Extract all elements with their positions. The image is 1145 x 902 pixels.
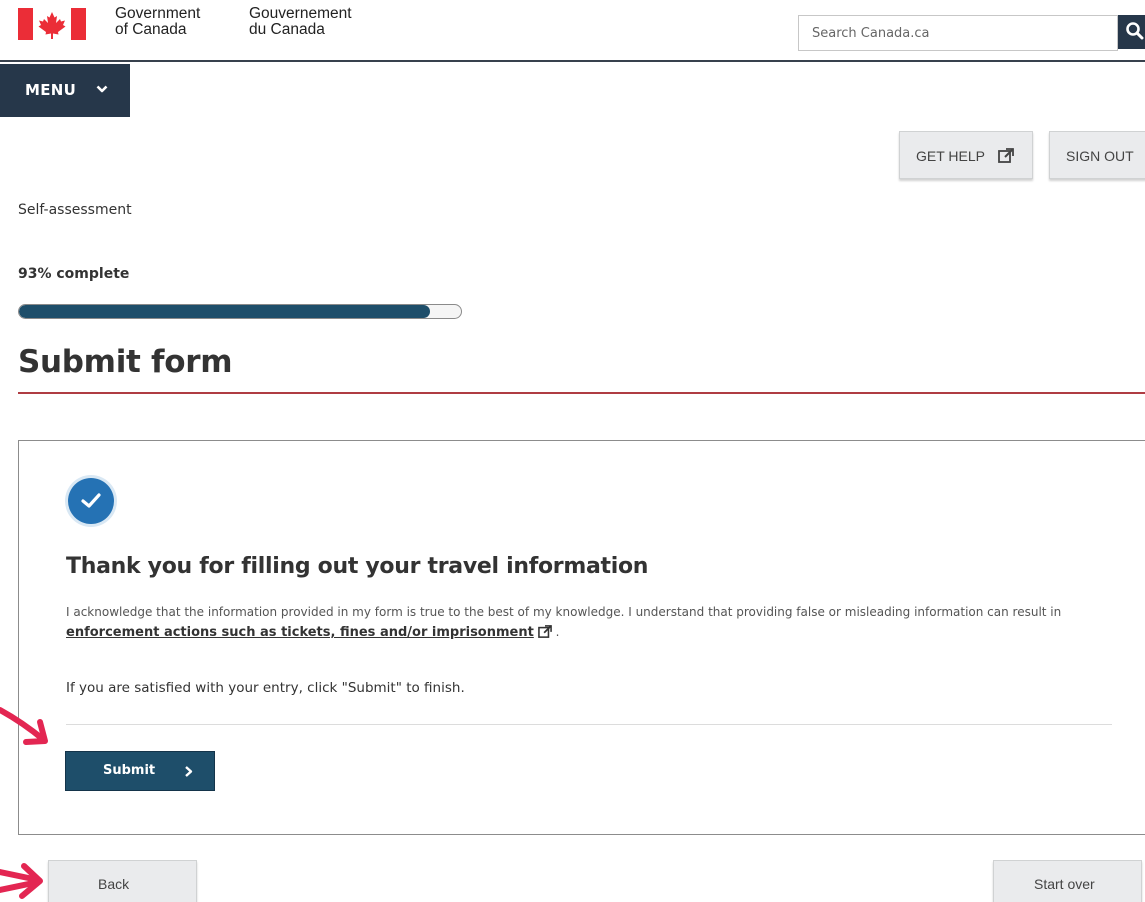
search-button[interactable]: [1118, 15, 1145, 49]
enforcement-actions-link[interactable]: enforcement actions such as tickets, fin…: [66, 625, 534, 640]
progress-bar-fill: [19, 305, 431, 318]
progress-text: 93% complete: [18, 266, 130, 282]
gouvernement-du-canada-wordmark: Gouvernement du Canada: [249, 6, 352, 38]
success-badge: [68, 478, 114, 524]
start-over-button[interactable]: Start over: [993, 860, 1142, 902]
site-header: Government of Canada Gouvernement du Can…: [0, 0, 1145, 62]
get-help-button[interactable]: GET HELP: [899, 131, 1033, 179]
submit-label: Submit: [103, 763, 156, 778]
acknowledgement-text-start: I acknowledge that the information provi…: [66, 605, 1062, 619]
start-over-label: Start over: [1034, 876, 1095, 892]
wordmark-fr-line2: du Canada: [249, 21, 325, 38]
menu-button[interactable]: MENU: [0, 64, 130, 117]
title-divider: [18, 392, 1145, 394]
confirmation-panel: Thank you for filling out your travel in…: [18, 440, 1145, 835]
acknowledgement-text: I acknowledge that the information provi…: [66, 602, 1066, 643]
sign-out-label: SIGN OUT: [1066, 148, 1134, 164]
canada-flag-logo[interactable]: [18, 8, 86, 40]
menu-label: MENU: [25, 81, 77, 99]
back-label: Back: [98, 876, 130, 892]
external-link-icon: [537, 625, 552, 638]
wordmark-en-line2: of Canada: [115, 21, 187, 38]
annotation-arrow-back: [0, 863, 43, 899]
search-box: [798, 15, 1119, 51]
search-input[interactable]: [799, 16, 1119, 50]
checkmark-icon: [81, 493, 101, 508]
acknowledgement-text-end: .: [555, 625, 560, 639]
chevron-down-icon: [96, 85, 108, 93]
page-title: Submit form: [18, 344, 233, 380]
submit-button[interactable]: Submit: [65, 751, 215, 791]
government-of-canada-wordmark: Government of Canada: [115, 6, 200, 38]
confirmation-heading: Thank you for filling out your travel in…: [66, 554, 649, 579]
progress-bar: [18, 304, 462, 319]
wordmark-en-line1: Government: [115, 5, 201, 22]
external-link-icon: [998, 148, 1014, 163]
back-button[interactable]: Back: [48, 860, 197, 902]
card-divider: [66, 724, 1112, 725]
submit-instruction: If you are satisfied with your entry, cl…: [66, 680, 465, 696]
wordmark-fr-line1: Gouvernement: [249, 5, 352, 22]
annotation-arrow-submit: [0, 707, 48, 745]
section-name: Self-assessment: [18, 202, 132, 218]
search-icon: [1126, 22, 1144, 40]
sign-out-button[interactable]: SIGN OUT: [1049, 131, 1145, 179]
get-help-label: GET HELP: [916, 148, 985, 164]
chevron-right-icon: [185, 766, 193, 777]
